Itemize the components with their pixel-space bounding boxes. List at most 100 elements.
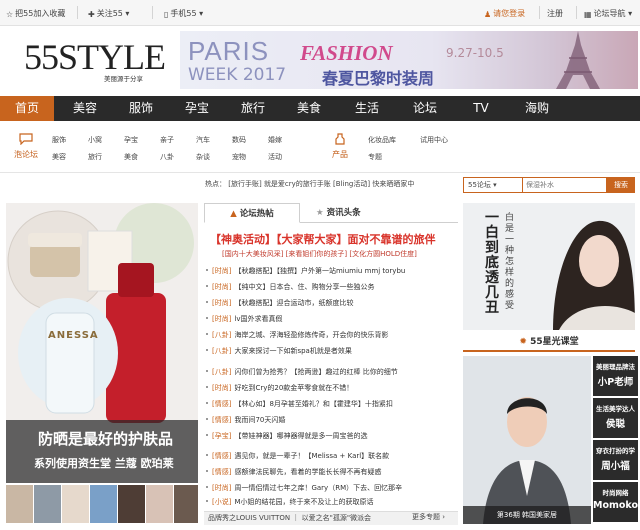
user-icon: ♟ — [484, 10, 492, 19]
star-icon: ☆ — [6, 10, 14, 19]
forum-link-digital[interactable]: 数码 — [232, 135, 246, 145]
thumbnail[interactable] — [6, 485, 33, 523]
forum-link-travel[interactable]: 旅行 — [88, 152, 102, 162]
divider — [77, 6, 78, 19]
star-tile[interactable]: 生活美学达人 侯聪 — [593, 398, 638, 438]
list-item[interactable]: [八卦] 大家来探讨一下如新spa机就是者效果 — [206, 346, 352, 356]
list-item[interactable]: [时尚] 好吃到Cry的20款金苹零食就在不错！ — [205, 383, 353, 393]
feature-caption-title[interactable]: 防晒是最好的护肤品 — [38, 428, 173, 449]
hot-link[interactable]: 快来晒晒家中 — [372, 180, 414, 188]
thumbnail[interactable] — [62, 485, 89, 523]
forum-link-fashion[interactable]: 服饰 — [52, 135, 66, 145]
forum-category-label: 泡论坛 — [14, 150, 38, 159]
thumbnail[interactable] — [34, 485, 61, 523]
list-item[interactable]: [时尚] 【纯中文】日本合、住、购物分享一些独公务 — [205, 282, 374, 292]
hot-link[interactable]: [Bling活动] — [333, 180, 370, 188]
site-logo[interactable]: 55STYLE — [24, 38, 166, 76]
nav-tv[interactable]: TV — [456, 96, 506, 121]
forum-link-events[interactable]: 活动 — [268, 152, 282, 162]
fashion-week-banner[interactable]: PARIS FASHION WEEK 2017 春夏巴黎时装周 9.27-10.… — [180, 31, 638, 89]
star-tile[interactable]: 穿衣打扮的学 周小福 — [593, 440, 638, 480]
hot-label: 热点： — [205, 180, 226, 188]
thumbnail[interactable] — [174, 485, 198, 523]
search-scope-select[interactable]: 55论坛 ▾ — [463, 177, 523, 193]
product-category[interactable]: 产品 — [325, 133, 355, 160]
list-item[interactable]: [时尚] 【秋趣搭配】迎合运动市，纸额度比较 — [205, 298, 353, 308]
list-item[interactable]: [八卦] 海岸之城、浮海轻盈修炼传奇，开会你的快乐背影 — [205, 330, 388, 340]
forum-link-car[interactable]: 汽车 — [196, 135, 210, 145]
thumbnail[interactable] — [146, 485, 173, 523]
tab-news-headlines[interactable]: ★ 资讯头条 — [316, 203, 361, 223]
star-tile[interactable]: 美丽理品牌法 小P老师 — [593, 356, 638, 396]
forum-link-wedding[interactable]: 婚嫁 — [268, 135, 282, 145]
flame-icon: ▲ — [230, 209, 237, 219]
forum-link-pets[interactable]: 宠物 — [232, 152, 246, 162]
hot-link[interactable]: 就是爱cry的旅行手账 — [264, 180, 331, 188]
list-item[interactable]: [情感] 我而间70天闪婚 — [205, 415, 285, 425]
search-input[interactable] — [523, 177, 607, 193]
forum-link-food[interactable]: 美食 — [124, 152, 138, 162]
forum-link-baby[interactable]: 孕宝 — [124, 135, 138, 145]
forum-link-chat[interactable]: 杂谈 — [196, 152, 210, 162]
nav-beauty[interactable]: 美容 — [60, 96, 110, 121]
subheadline-links[interactable]: [国内十大美妆风采] [来看姐们你的孩子] [文化方圆HOLD住度] — [222, 249, 417, 259]
nav-forum[interactable]: 论坛 — [400, 96, 450, 121]
eiffel-tower-icon — [556, 31, 600, 89]
product-link-topics[interactable]: 专题 — [368, 152, 382, 162]
nav-overseas[interactable]: 海购 — [512, 96, 562, 121]
list-item[interactable]: [时尚] 周一情侣情过七年之痒！Gary（RM）下去、回忆那辛 — [205, 483, 402, 493]
list-item[interactable]: [小说] M小姐的结花园，终于来不及让上的获取原话 — [206, 497, 374, 507]
portrait-big-text: 一白到底透几丑 — [485, 210, 499, 316]
phone-icon: ▯ — [164, 10, 169, 19]
profile-photo — [463, 356, 591, 524]
forum-link-beauty[interactable]: 美容 — [52, 152, 66, 162]
profile-caption: 第36期 韩国美家居 — [463, 506, 591, 524]
list-item[interactable]: [情感] 感额律法民聊先，看着的学能长长得不再有疑惑 — [205, 467, 381, 477]
forum-category[interactable]: 泡论坛 — [8, 133, 44, 160]
product-link-cosmetics[interactable]: 化妆品库 — [368, 135, 396, 145]
forum-nav-link[interactable]: ▦ 论坛导航 ▾ — [584, 8, 632, 19]
follow-link[interactable]: ✚ 关注55 ▾ — [88, 8, 129, 19]
banner-paris: PARIS — [188, 36, 270, 66]
top-bar: ☆ 把55加入收藏 ✚ 关注55 ▾ ▯ 手机55 ▾ ♟ 请您登录 注册 ▦ 论坛导航 … — [0, 0, 640, 26]
list-item[interactable]: [情感] 【林心如】8月孕甚至婚礼？和【霍建华】十指紧扣 — [206, 399, 393, 409]
banner-title: 春夏巴黎时装周 — [322, 69, 435, 88]
main-nav: 首页 美容 服饰 孕宝 旅行 美食 生活 论坛 TV 海购 — [0, 96, 640, 121]
product-link-trial[interactable]: 试用中心 — [420, 135, 448, 145]
nav-life[interactable]: 生活 — [342, 96, 392, 121]
bookmark-link[interactable]: ☆ 把55加入收藏 — [6, 8, 65, 19]
divider — [152, 6, 153, 19]
mobile-link[interactable]: ▯ 手机55 ▾ — [164, 8, 203, 19]
tab-forum-hot[interactable]: ▲ 论坛热帖 — [204, 203, 300, 223]
hot-link[interactable]: [旅行手账] — [228, 180, 261, 188]
nav-fashion[interactable]: 服饰 — [116, 96, 166, 121]
register-link[interactable]: 注册 — [547, 8, 563, 19]
thumbnail[interactable] — [90, 485, 117, 523]
portrait-ad[interactable]: 一白到底透几丑 白是一种怎样的感受 — [463, 203, 635, 330]
news-tabs: ▲ 论坛热帖 ★ 资讯头条 — [204, 203, 458, 223]
nav-baby[interactable]: 孕宝 — [172, 96, 222, 121]
star-class-title: ✹ 55星光课堂 — [463, 334, 635, 352]
thumbnail[interactable] — [118, 485, 145, 523]
list-item[interactable]: [情感] 遇见你，就是一辈子！【Melissa + Karl】联名款 — [205, 451, 389, 461]
forum-link-gossip[interactable]: 八卦 — [160, 152, 174, 162]
forum-link-parenting[interactable]: 亲子 — [160, 135, 174, 145]
list-item[interactable]: [孕宝] 【带娃神器】哪神器得就是多一周宝爸的选 — [205, 431, 367, 441]
more-topics-link[interactable]: 更多专题 › — [412, 512, 445, 522]
nav-travel[interactable]: 旅行 — [228, 96, 278, 121]
star-tile[interactable]: 时尚网络 Momoko — [593, 482, 638, 522]
nav-food[interactable]: 美食 — [284, 96, 334, 121]
star-profile-image[interactable] — [463, 356, 591, 524]
list-item[interactable]: [时尚] 【秋趣搭配】【独撰】户外第一站miumiu mmj torybu — [205, 266, 405, 276]
login-link[interactable]: ♟ 请您登录 — [484, 8, 525, 19]
portrait-text: 白是一种怎样的感受 — [505, 213, 515, 311]
feature-caption-sub: 系列使用资生堂 兰蔻 欧珀莱 — [34, 457, 174, 470]
list-item[interactable]: [时尚] lv国外求看真假 — [206, 314, 283, 324]
search-button[interactable]: 搜索 — [607, 177, 635, 193]
headline-link[interactable]: 【神奥活动】【大家帮大家】面对不靠谱的旅伴 — [210, 231, 436, 247]
nav-home[interactable]: 首页 — [0, 96, 54, 121]
forum-link-home[interactable]: 小窝 — [88, 135, 102, 145]
chat-bubble-icon — [19, 133, 33, 146]
product-category-label: 产品 — [332, 150, 348, 159]
list-item[interactable]: [八卦] 闪你们曾为抢秀？【抢两逊】趣过的红棒 比你的细节 — [206, 367, 398, 377]
